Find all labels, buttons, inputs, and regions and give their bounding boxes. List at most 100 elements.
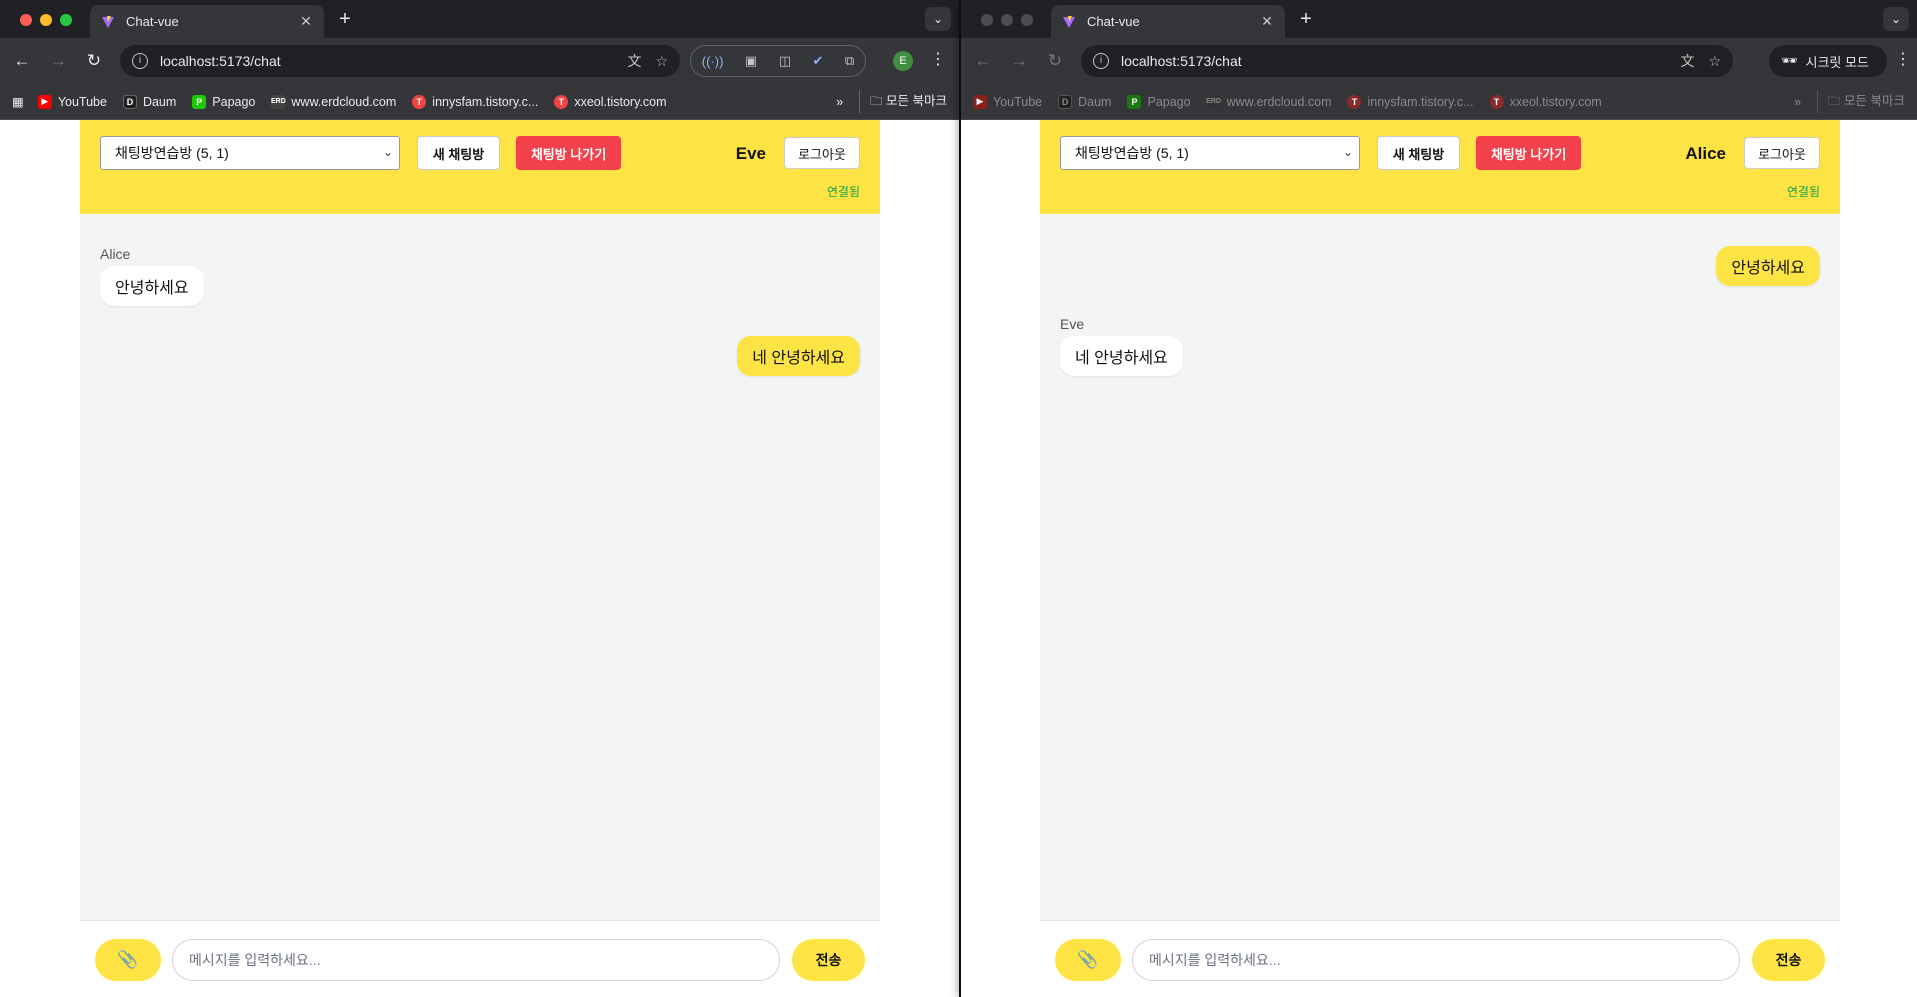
folder-icon: 🗀 <box>870 94 887 108</box>
message-list: Alice 안녕하세요 네 안녕하세요 <box>80 214 880 920</box>
reload-icon[interactable]: ↻ <box>76 51 112 71</box>
bookmarks-bar: ▶ YouTube D Daum P Papago ERD www.erdcloud.c… <box>961 84 1917 120</box>
chat-app: 채팅방연습방 (5, 1) ⌄ 새 채팅방 채팅방 나가기 Eve 로그아웃 연결… <box>80 120 880 997</box>
current-username: Alice <box>1685 144 1726 163</box>
logout-button[interactable]: 로그아웃 <box>1744 137 1820 169</box>
maximize-window-button[interactable] <box>60 14 72 26</box>
bookmark-daum[interactable]: D Daum <box>122 94 176 109</box>
bookmarks-overflow-icon[interactable]: » <box>1794 95 1801 109</box>
bookmark-papago[interactable]: P Papago <box>192 94 255 109</box>
back-icon[interactable]: ← <box>965 51 1001 71</box>
all-bookmarks-folder[interactable]: 🗀 모든 북마크 <box>1817 90 1905 113</box>
address-bar[interactable]: i localhost:5173/chat 文 ☆ <box>120 45 680 77</box>
message-bubble-sent: 네 안녕하세요 <box>737 336 860 376</box>
tistory-icon: T <box>1347 94 1362 109</box>
profile-avatar[interactable]: E <box>893 51 913 71</box>
bookmark-erdcloud[interactable]: ERD www.erdcloud.com <box>271 94 396 109</box>
message-composer: 📎 메시지를 입력하세요... 전송 <box>80 920 880 997</box>
erdcloud-icon: ERD <box>1206 94 1221 109</box>
youtube-icon: ▶ <box>37 94 52 109</box>
url-text: localhost:5173/chat <box>1121 53 1242 69</box>
tistory-icon: T <box>1489 94 1504 109</box>
menu-kebab-icon[interactable]: ⋮ <box>1895 49 1911 69</box>
apps-grid-icon[interactable]: ▦ <box>12 94 24 109</box>
bookmark-papago[interactable]: P Papago <box>1127 94 1191 109</box>
extension-wave-icon[interactable]: ((·)) <box>702 54 724 69</box>
leave-room-button[interactable]: 채팅방 나가기 <box>516 136 621 170</box>
bookmark-star-icon[interactable]: ☆ <box>655 53 668 70</box>
incognito-icon: 🕶 <box>1781 53 1798 68</box>
youtube-icon: ▶ <box>973 94 987 109</box>
new-room-button[interactable]: 새 채팅방 <box>1377 136 1460 170</box>
logout-button[interactable]: 로그아웃 <box>784 137 860 169</box>
attach-file-button[interactable]: 📎 <box>1055 939 1121 981</box>
bookmark-youtube[interactable]: ▶ YouTube <box>973 94 1042 109</box>
screen: Chat-vue ✕ + ⌄ ← → ↻ i localhost:5173/ch… <box>0 0 1917 997</box>
new-tab-button[interactable]: + <box>1295 8 1317 30</box>
bookmark-innysfam[interactable]: Tinnysfam.tistory.c... <box>412 94 538 109</box>
menu-kebab-icon[interactable]: ⋮ <box>930 49 946 69</box>
leave-room-button[interactable]: 채팅방 나가기 <box>1476 136 1581 170</box>
forward-icon[interactable]: → <box>40 51 76 71</box>
new-tab-button[interactable]: + <box>334 8 356 30</box>
close-window-button[interactable] <box>981 14 993 26</box>
bookmark-daum[interactable]: D Daum <box>1058 94 1111 109</box>
tab-bar: Chat-vue ✕ + ⌄ <box>961 0 1917 38</box>
maximize-window-button[interactable] <box>1021 14 1033 26</box>
chat-header: 채팅방연습방 (5, 1) ⌄ 새 채팅방 채팅방 나가기 Alice 로그아웃 … <box>1040 120 1840 214</box>
chat-header: 채팅방연습방 (5, 1) ⌄ 새 채팅방 채팅방 나가기 Eve 로그아웃 연결… <box>80 120 880 214</box>
window-controls <box>981 14 1033 26</box>
back-icon[interactable]: ← <box>4 51 40 71</box>
browser-toolbar: ← → ↻ i localhost:5173/chat 文 ☆ 🕶 시크릿 모드… <box>961 38 1917 84</box>
browser-tab[interactable]: Chat-vue ✕ <box>90 5 324 38</box>
message-input[interactable]: 메시지를 입력하세요... <box>1132 939 1740 981</box>
close-window-button[interactable] <box>20 14 32 26</box>
message-input[interactable]: 메시지를 입력하세요... <box>172 939 780 981</box>
vite-icon <box>100 14 116 30</box>
tistory-icon: T <box>412 94 427 109</box>
forward-icon[interactable]: → <box>1001 51 1037 71</box>
extension-capture-icon[interactable]: ◫ <box>779 53 791 69</box>
tab-title: Chat-vue <box>1087 14 1140 29</box>
bookmarks-bar: ▦ ▶ YouTube D Daum P Papago ERD www.erdcloud… <box>0 84 959 120</box>
send-button[interactable]: 전송 <box>1752 939 1825 981</box>
message-bubble-sent: 안녕하세요 <box>1716 246 1820 286</box>
daum-icon: D <box>122 94 137 109</box>
translate-icon[interactable]: 文 <box>1680 51 1694 71</box>
window-controls <box>20 14 72 26</box>
send-button[interactable]: 전송 <box>792 939 865 981</box>
close-tab-icon[interactable]: ✕ <box>1259 13 1275 30</box>
browser-tab[interactable]: Chat-vue ✕ <box>1051 5 1285 38</box>
bookmark-xxeol[interactable]: Txxeol.tistory.com <box>554 94 667 109</box>
incognito-indicator[interactable]: 🕶 시크릿 모드 <box>1769 45 1887 77</box>
site-info-icon[interactable]: i <box>1093 53 1109 69</box>
bookmark-erdcloud[interactable]: ERD www.erdcloud.com <box>1206 94 1331 109</box>
papago-icon: P <box>192 94 207 109</box>
room-select[interactable]: 채팅방연습방 (5, 1) ⌄ <box>100 136 400 170</box>
close-tab-icon[interactable]: ✕ <box>298 13 314 30</box>
extensions-group: ((·)) ▣ ◫ ✔ ⧉ <box>690 45 866 77</box>
bookmarks-overflow-icon[interactable]: » <box>836 95 843 109</box>
connection-status: 연결됨 <box>1786 185 1820 199</box>
tab-search-button[interactable]: ⌄ <box>925 7 951 31</box>
new-room-button[interactable]: 새 채팅방 <box>417 136 500 170</box>
minimize-window-button[interactable] <box>1001 14 1013 26</box>
room-select[interactable]: 채팅방연습방 (5, 1) ⌄ <box>1060 136 1360 170</box>
bookmark-star-icon[interactable]: ☆ <box>1708 53 1721 70</box>
url-text: localhost:5173/chat <box>160 53 281 69</box>
address-bar[interactable]: i localhost:5173/chat 文 ☆ <box>1081 45 1733 77</box>
bookmark-innysfam[interactable]: Tinnysfam.tistory.c... <box>1347 94 1474 109</box>
tab-search-button[interactable]: ⌄ <box>1883 7 1909 31</box>
extensions-puzzle-icon[interactable]: ⧉ <box>845 53 854 69</box>
attach-file-button[interactable]: 📎 <box>95 939 161 981</box>
translate-icon[interactable]: 文 <box>627 51 641 71</box>
site-info-icon[interactable]: i <box>132 53 148 69</box>
all-bookmarks-folder[interactable]: 🗀 모든 북마크 <box>859 90 947 113</box>
extension-window-icon[interactable]: ▣ <box>745 53 757 69</box>
bookmark-xxeol[interactable]: Txxeol.tistory.com <box>1489 94 1602 109</box>
extension-check-icon[interactable]: ✔ <box>813 53 824 69</box>
papago-icon: P <box>1127 94 1142 109</box>
reload-icon[interactable]: ↻ <box>1037 51 1073 71</box>
bookmark-youtube[interactable]: ▶ YouTube <box>37 94 107 109</box>
minimize-window-button[interactable] <box>40 14 52 26</box>
